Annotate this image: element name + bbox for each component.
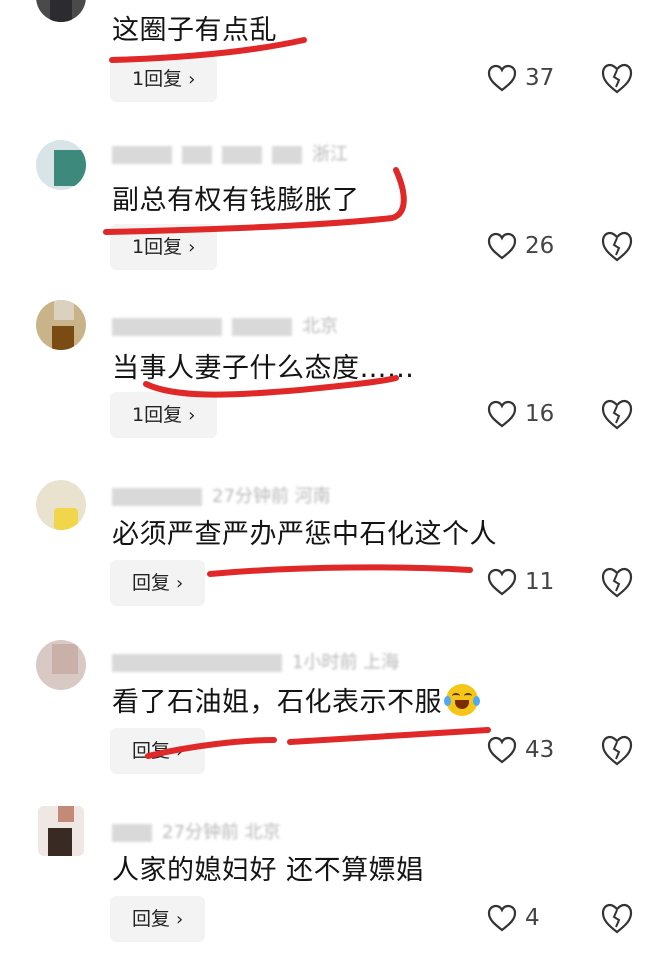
heart-outline-icon xyxy=(487,400,517,428)
like-button[interactable]: 11 xyxy=(487,562,554,602)
like-count: 11 xyxy=(525,569,555,595)
heart-outline-icon xyxy=(487,736,517,764)
reply-label: 回复 xyxy=(132,740,171,762)
avatar[interactable] xyxy=(36,300,86,350)
reply-label: 回复 xyxy=(132,572,171,594)
comment-meta: 1小时前 上海 xyxy=(112,648,399,674)
reply-button[interactable]: 回复 › xyxy=(110,560,206,606)
reply-button[interactable]: 1回复 › xyxy=(110,56,218,102)
like-button[interactable]: 16 xyxy=(487,394,554,434)
reply-label: 1回复 xyxy=(132,236,183,258)
comment-text: 看了石油姐，石化表示不服 xyxy=(112,680,480,719)
like-count: 37 xyxy=(525,65,555,91)
broken-heart-icon[interactable] xyxy=(600,902,634,936)
like-button[interactable]: 26 xyxy=(487,226,554,266)
broken-heart-icon[interactable] xyxy=(600,398,634,432)
reply-label: 1回复 xyxy=(132,404,183,426)
avatar[interactable] xyxy=(36,140,86,190)
like-count: 4 xyxy=(525,905,540,931)
broken-heart-icon[interactable] xyxy=(600,566,634,600)
heart-outline-icon xyxy=(487,64,517,92)
like-button[interactable]: 43 xyxy=(487,730,554,770)
like-button[interactable]: 37 xyxy=(487,58,554,98)
comment-text: 当事人妻子什么态度…… xyxy=(112,353,415,384)
like-count: 26 xyxy=(525,233,555,259)
comment-text: 必须严查严办严惩中石化这个人 xyxy=(112,519,497,550)
avatar[interactable] xyxy=(36,640,86,690)
annotation-underline xyxy=(207,564,473,577)
comment-text: 人家的媳妇好 还不算嫖娼 xyxy=(112,855,424,886)
chevron-right-icon: › xyxy=(188,69,196,90)
comment-meta: 27分钟前 北京 xyxy=(112,818,281,844)
comment-text: 这圈子有点乱 xyxy=(112,15,277,46)
like-button[interactable]: 4 xyxy=(487,898,540,938)
avatar[interactable] xyxy=(38,806,84,856)
reply-button[interactable]: 1回复 › xyxy=(110,392,218,438)
comment-meta: 27分钟前 河南 xyxy=(112,482,331,508)
heart-outline-icon xyxy=(487,232,517,260)
avatar[interactable] xyxy=(36,0,86,22)
broken-heart-icon[interactable] xyxy=(600,734,634,768)
chevron-right-icon: › xyxy=(176,741,184,762)
like-count: 16 xyxy=(525,401,555,427)
reply-button[interactable]: 回复 › xyxy=(110,728,206,774)
chevron-right-icon: › xyxy=(188,237,196,258)
crying-laughing-emoji-icon xyxy=(444,684,480,716)
annotation-underline xyxy=(287,727,491,745)
chevron-right-icon: › xyxy=(188,405,196,426)
reply-label: 1回复 xyxy=(132,68,183,90)
comment-meta: 北京 xyxy=(112,312,338,338)
chevron-right-icon: › xyxy=(176,909,184,930)
like-count: 43 xyxy=(525,737,555,763)
broken-heart-icon[interactable] xyxy=(600,62,634,96)
chevron-right-icon: › xyxy=(176,573,184,594)
comment-meta: 浙江 xyxy=(112,140,348,166)
heart-outline-icon xyxy=(487,904,517,932)
reply-button[interactable]: 回复 › xyxy=(110,896,206,942)
comment-text: 副总有权有钱膨胀了 xyxy=(112,185,360,216)
broken-heart-icon[interactable] xyxy=(600,230,634,264)
avatar[interactable] xyxy=(36,480,86,530)
reply-label: 回复 xyxy=(132,908,171,930)
comment-text-body: 看了石油姐，石化表示不服 xyxy=(112,687,442,718)
reply-button[interactable]: 1回复 › xyxy=(110,224,218,270)
heart-outline-icon xyxy=(487,568,517,596)
